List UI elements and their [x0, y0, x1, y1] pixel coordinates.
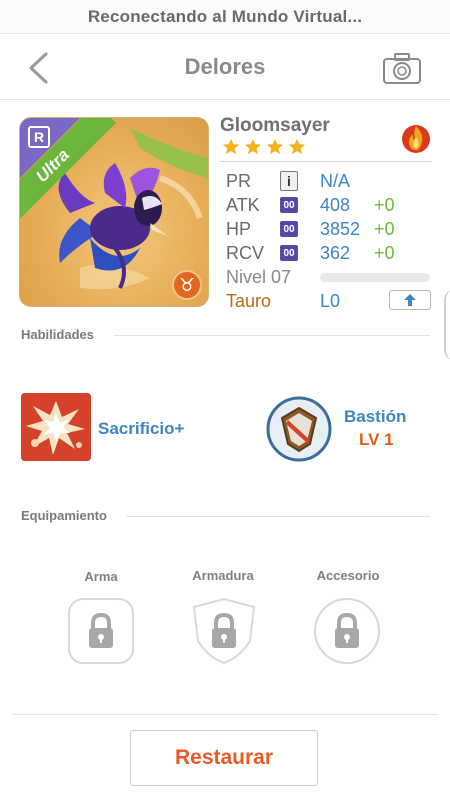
skills-heading: Habilidades	[21, 327, 94, 342]
weapon-slot-frame	[68, 598, 134, 664]
rank-value: L0	[320, 290, 341, 311]
equipment-heading: Equipamiento	[21, 508, 107, 523]
equip-slot-label-accessory: Accesorio	[316, 568, 380, 583]
monster-name: Gloomsayer	[220, 115, 330, 136]
zodiac-badge: ♉	[172, 270, 202, 300]
stat-label: HP	[226, 218, 252, 239]
stat-row-rcv: RCV 00 362 +0	[226, 241, 432, 265]
restore-button-label: Restaurar	[174, 746, 274, 769]
rarity-badge: R	[28, 126, 50, 148]
level-progress-bar	[320, 273, 430, 282]
equipment-divider	[126, 516, 430, 517]
stat-bonus: +0	[374, 242, 395, 263]
upgrade-button[interactable]	[389, 290, 431, 310]
stat-row-pr: PR i N/A	[226, 169, 432, 193]
stat-row-atk: ATK 00 408 +0	[226, 193, 432, 217]
stat-value: 408	[320, 194, 351, 215]
name-divider	[220, 161, 432, 162]
stat-value: 3852	[320, 218, 361, 239]
weapon-slot[interactable]	[67, 597, 135, 665]
sacrifice-skill-icon[interactable]	[21, 393, 91, 461]
stats-panel: PR i N/A ATK 00 408 +0 HP 00 3852 +0 RCV…	[226, 169, 432, 313]
top-nav: Delores	[0, 36, 450, 100]
level-row: Nivel 07	[226, 265, 432, 289]
stat-label: RCV	[226, 242, 265, 263]
stat-chip: 00	[280, 197, 298, 213]
stat-chip: 00	[280, 221, 298, 237]
equip-slot-label-weapon: Arma	[84, 569, 118, 584]
info-icon[interactable]: i	[280, 171, 298, 191]
star-icon	[222, 138, 240, 155]
arrow-up-icon	[404, 294, 416, 306]
star-icon	[266, 138, 284, 155]
camera-button[interactable]	[382, 52, 422, 86]
restore-button[interactable]: Restaurar	[130, 730, 318, 786]
shield-icon	[266, 396, 332, 462]
star-icon	[244, 138, 262, 155]
armor-slot[interactable]	[190, 597, 258, 665]
stat-chip: 00	[280, 245, 298, 261]
camera-icon	[383, 53, 421, 84]
accessory-slot[interactable]	[313, 597, 381, 665]
star-rating	[222, 138, 306, 156]
equip-slot-label-armor: Armadura	[192, 568, 254, 583]
stat-row-hp: HP 00 3852 +0	[226, 217, 432, 241]
stat-value: 362	[320, 242, 351, 263]
stat-label: ATK	[226, 194, 260, 215]
bastion-skill-icon[interactable]	[266, 396, 332, 462]
screen-edge	[444, 290, 450, 360]
star-icon	[288, 138, 306, 155]
stat-bonus: +0	[374, 194, 395, 215]
status-bar: Reconectando al Mundo Virtual...	[0, 0, 450, 34]
active-skill-name[interactable]: Sacrificio+	[98, 419, 184, 439]
zodiac-sign-label: Tauro	[226, 290, 272, 311]
fire-icon	[402, 125, 430, 153]
level-label: Nivel 07	[226, 266, 292, 287]
sign-row: Tauro L0	[226, 289, 432, 313]
status-text: Reconectando al Mundo Virtual...	[87, 6, 363, 26]
armor-slot-frame	[192, 597, 256, 665]
monster-portrait[interactable]: R Ultra ♉	[19, 117, 209, 307]
stat-bonus: +0	[374, 218, 395, 239]
passive-skill-level: LV 1	[359, 430, 394, 449]
footer-divider	[12, 714, 438, 715]
stat-label: PR	[226, 170, 252, 191]
accessory-slot-frame	[314, 598, 380, 664]
stat-value: N/A	[320, 170, 351, 191]
explosion-icon	[21, 393, 91, 461]
passive-skill-name[interactable]: Bastión	[344, 407, 406, 427]
skills-divider	[114, 335, 430, 336]
